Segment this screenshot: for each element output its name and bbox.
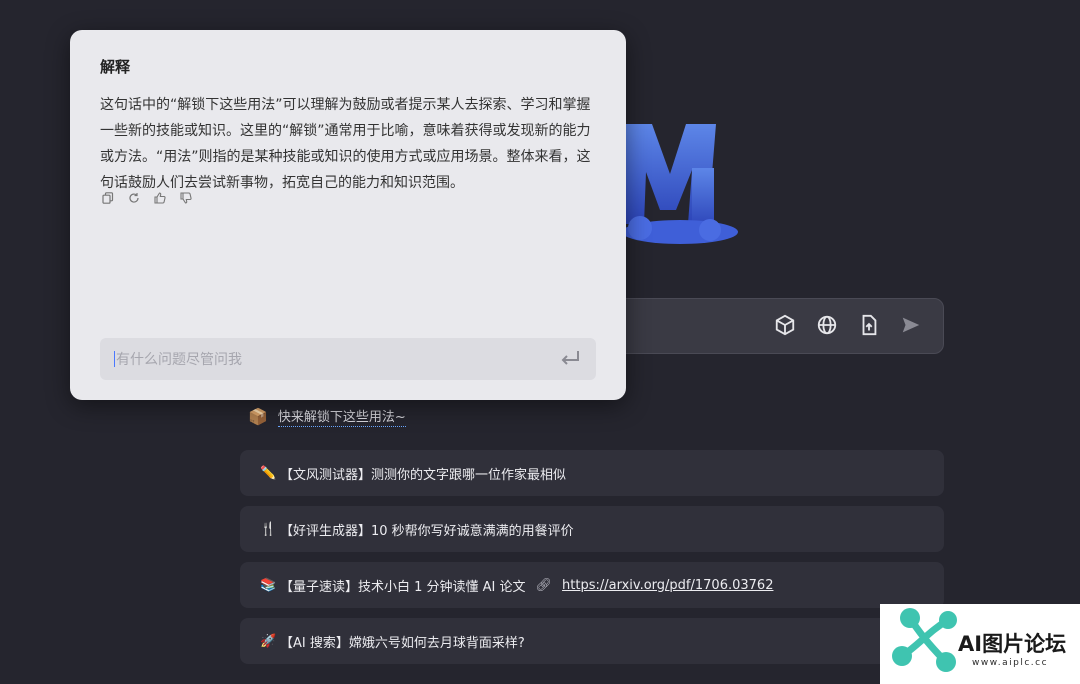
- text-caret: [114, 351, 115, 367]
- cube-icon[interactable]: [773, 313, 797, 337]
- popup-body: 这句话中的“解锁下这些用法”可以理解为鼓励或者提示某人去探索、学习和掌握一些新的…: [100, 97, 591, 191]
- popup-actions: [102, 192, 192, 204]
- thumbs-down-icon[interactable]: [180, 192, 192, 204]
- unlock-hint[interactable]: 📦 快来解锁下这些用法~: [248, 406, 406, 427]
- suggestion-text: 【量子速读】技术小白 1 分钟读懂 AI 论文: [280, 579, 526, 595]
- watermark: AI图片论坛 www.aiplc.cc: [880, 604, 1080, 684]
- watermark-url: www.aiplc.cc: [972, 658, 1049, 668]
- globe-icon[interactable]: [815, 313, 839, 337]
- copy-icon[interactable]: [102, 192, 114, 204]
- suggestion-card[interactable]: 🚀 【AI 搜索】嫦娥六号如何去月球背面采样?: [240, 618, 944, 664]
- pencil-icon: ✏️: [260, 465, 277, 481]
- popup-input-placeholder: 有什么问题尽管问我: [116, 352, 242, 368]
- file-upload-icon[interactable]: [857, 313, 881, 337]
- watermark-logo-icon: [892, 608, 957, 672]
- popup-question-input[interactable]: 有什么问题尽管问我: [100, 338, 596, 380]
- suggestion-card[interactable]: 📚 【量子速读】技术小白 1 分钟读懂 AI 论文 🔗︎ https://arx…: [240, 562, 944, 608]
- send-icon[interactable]: [899, 313, 923, 337]
- thumbs-up-icon[interactable]: [154, 192, 166, 204]
- suggestion-link[interactable]: https://arxiv.org/pdf/1706.03762: [562, 578, 773, 593]
- suggestion-card[interactable]: ✏️ 【文风测试器】测测你的文字跟哪一位作家最相似: [240, 450, 944, 496]
- fork-icon: 🍴: [260, 521, 277, 537]
- link-icon: 🔗︎: [535, 577, 553, 593]
- suggestion-text: 【AI 搜索】嫦娥六号如何去月球背面采样?: [280, 635, 525, 651]
- suggestion-text: 【文风测试器】测测你的文字跟哪一位作家最相似: [280, 467, 567, 483]
- explain-popup: 解释 这句话中的“解锁下这些用法”可以理解为鼓励或者提示某人去探索、学习和掌握一…: [70, 30, 626, 400]
- enter-icon[interactable]: [558, 348, 582, 370]
- unlock-text[interactable]: 快来解锁下这些用法~: [277, 406, 406, 427]
- box-icon: 📦: [248, 407, 268, 426]
- popup-title: 解释: [100, 58, 131, 76]
- refresh-icon[interactable]: [128, 192, 140, 204]
- rocket-icon: 🚀: [260, 633, 277, 649]
- suggestion-card[interactable]: 🍴 【好评生成器】10 秒帮你写好诚意满满的用餐评价: [240, 506, 944, 552]
- watermark-text: AI图片论坛: [958, 632, 1067, 656]
- books-icon: 📚: [260, 577, 277, 593]
- suggestion-text: 【好评生成器】10 秒帮你写好诚意满满的用餐评价: [280, 523, 574, 539]
